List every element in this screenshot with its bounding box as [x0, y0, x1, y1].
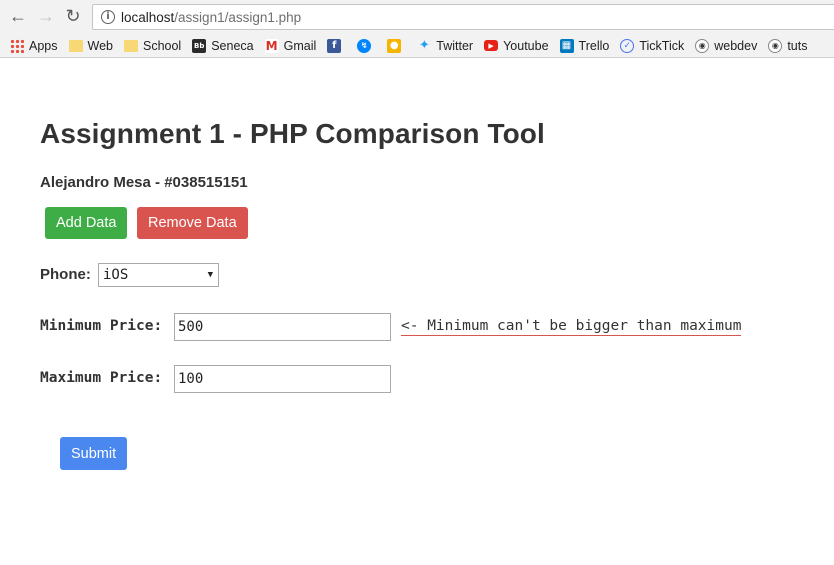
bookmark-label: tuts — [787, 38, 808, 53]
url-text[interactable]: localhost/assign1/assign1.php — [121, 10, 301, 25]
back-arrow-icon[interactable]: ← — [7, 5, 29, 27]
folder-icon — [123, 39, 138, 52]
bookmark-label: School — [142, 38, 182, 53]
bookmark-label: Apps — [29, 38, 58, 53]
youtube-icon: ▶ — [484, 40, 499, 51]
maximum-price-input[interactable] — [174, 365, 391, 393]
bookmark-web[interactable]: Web — [68, 38, 113, 53]
messenger-icon: ↯ — [357, 38, 372, 53]
author-line: Alejandro Mesa - #038515151 — [40, 174, 248, 191]
page-title: Assignment 1 - PHP Comparison Tool — [40, 118, 545, 149]
folder-icon — [68, 39, 83, 52]
blackboard-icon: Bb — [192, 38, 207, 53]
bookmark-label: Twitter — [436, 38, 474, 53]
bookmark-seneca[interactable]: Bb Seneca — [192, 38, 254, 53]
twitter-icon: ✦ — [418, 38, 430, 53]
bookmark-label: Youtube — [503, 38, 549, 53]
forward-arrow-icon[interactable]: → — [35, 5, 57, 27]
maximum-price-label: Maximum Price: — [40, 370, 163, 386]
bookmark-twitter[interactable]: ✦ Twitter — [417, 38, 474, 53]
submit-button[interactable]: Submit — [60, 437, 128, 470]
bookmark-label: Web — [87, 38, 113, 53]
info-icon[interactable]: i — [101, 10, 115, 24]
minimum-price-input[interactable] — [174, 313, 391, 341]
dropdown-arrow-icon: ▼ — [207, 270, 213, 280]
keep-icon: ● — [387, 38, 402, 53]
bookmark-tuts[interactable]: ◉ tuts — [768, 38, 808, 53]
facebook-icon: f — [327, 38, 342, 53]
phone-label: Phone: — [40, 266, 91, 283]
remove-data-button[interactable]: Remove Data — [137, 207, 248, 239]
minimum-price-label: Minimum Price: — [40, 318, 163, 334]
bookmark-label: Trello — [578, 38, 610, 53]
phone-select-value: iOS — [103, 267, 129, 283]
bookmark-label: webdev — [714, 38, 758, 53]
gmail-icon: M — [264, 38, 279, 53]
bookmark-label: Seneca — [211, 38, 254, 53]
bookmarks-bar: Apps Web School Bb Seneca M Gmail f ↯ ● ✦ T… — [0, 34, 834, 58]
bookmark-trello[interactable]: ▦ Trello — [559, 38, 610, 53]
validation-error-message: <- Minimum can't be bigger than maximum — [401, 318, 742, 336]
url-path: /assign1/assign1.php — [174, 10, 302, 25]
add-data-button[interactable]: Add Data — [45, 207, 128, 239]
bookmark-gmail[interactable]: M Gmail — [264, 38, 317, 53]
reddit-icon: ◉ — [768, 38, 783, 53]
apps-grid-icon — [10, 38, 24, 53]
bookmark-school[interactable]: School — [123, 38, 182, 53]
bookmark-keep[interactable]: ● — [387, 38, 406, 53]
bookmark-label: Gmail — [283, 38, 317, 53]
reload-icon[interactable]: ↻ — [62, 5, 84, 27]
reddit-icon: ◉ — [695, 38, 710, 53]
browser-toolbar: ← → ↻ i localhost/assign1/assign1.php — [0, 0, 834, 34]
bookmark-youtube[interactable]: ▶ Youtube — [484, 38, 549, 53]
bookmark-facebook[interactable]: f — [327, 38, 346, 53]
bookmark-messenger[interactable]: ↯ — [357, 38, 376, 53]
bookmark-label: TickTick — [639, 38, 685, 53]
trello-icon: ▦ — [559, 38, 574, 53]
url-host: localhost — [121, 10, 175, 25]
bookmark-apps[interactable]: Apps — [10, 38, 58, 53]
bookmark-webdev[interactable]: ◉ webdev — [695, 38, 758, 53]
phone-select[interactable]: iOS ▼ — [98, 263, 219, 287]
address-bar[interactable]: i localhost/assign1/assign1.php — [92, 4, 834, 30]
ticktick-icon: ✓ — [620, 38, 635, 53]
bookmark-ticktick[interactable]: ✓ TickTick — [620, 38, 685, 53]
